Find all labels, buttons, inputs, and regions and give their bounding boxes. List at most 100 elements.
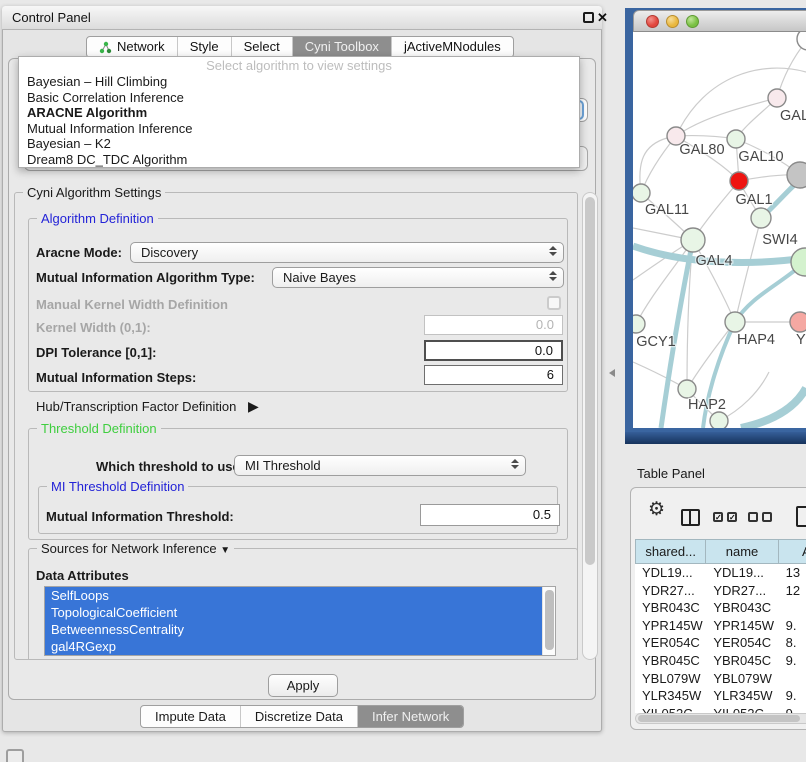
deselect-all-icon[interactable] bbox=[748, 512, 772, 522]
tab-infer-network[interactable]: Infer Network bbox=[357, 706, 463, 727]
bottom-tabs: Impute Data Discretize Data Infer Networ… bbox=[140, 705, 464, 728]
data-attribute-item[interactable]: TopologicalCoefficient bbox=[45, 604, 543, 621]
table-row[interactable]: YDL19...YDL19...13 bbox=[635, 564, 806, 582]
network-window-titlebar[interactable] bbox=[633, 10, 806, 32]
table-row[interactable]: YBR043CYBR043C bbox=[635, 599, 806, 617]
network-edge[interactable] bbox=[719, 372, 769, 421]
mi-threshold-field[interactable]: 0.5 bbox=[420, 504, 560, 526]
spinner-arrows-icon bbox=[549, 271, 558, 281]
tab-label: Style bbox=[190, 37, 219, 57]
tab-label: Cyni Toolbox bbox=[305, 37, 379, 57]
mi-algorithm-type-combo[interactable]: Naive Bayes bbox=[272, 267, 564, 288]
tab-impute-data[interactable]: Impute Data bbox=[141, 706, 240, 727]
sources-legend-text: Sources for Network Inference bbox=[41, 541, 217, 556]
algorithm-option[interactable]: Dream8 DC_TDC Algorithm bbox=[19, 152, 579, 168]
table-row[interactable]: YBL079WYBL079W bbox=[635, 670, 806, 688]
network-node-y[interactable] bbox=[790, 312, 806, 332]
data-attribute-item[interactable]: SelfLoops bbox=[45, 587, 543, 604]
network-node-gal11[interactable] bbox=[633, 184, 650, 202]
node-table: shared...nameA YDL19...YDL19...13YDR27..… bbox=[635, 539, 806, 564]
algorithm-option[interactable]: Basic Correlation Inference bbox=[19, 90, 579, 106]
panel-collapse-arrow[interactable] bbox=[609, 369, 615, 377]
tab-cyni-toolbox[interactable]: Cyni Toolbox bbox=[292, 37, 391, 57]
control-panel-titlebar: Control Panel bbox=[2, 6, 602, 30]
network-edge[interactable] bbox=[676, 98, 777, 136]
table-hscrollbar-thumb[interactable] bbox=[638, 715, 800, 722]
apply-button[interactable]: Apply bbox=[268, 674, 338, 697]
gear-icon[interactable]: ⚙ bbox=[648, 498, 665, 521]
tab-label: jActiveMNodules bbox=[404, 37, 501, 57]
table-row[interactable]: YIL052CYIL052C9 bbox=[635, 705, 806, 713]
kernel-width-field[interactable]: 0.0 bbox=[424, 315, 563, 335]
tab-network[interactable]: Network bbox=[87, 37, 177, 57]
which-threshold-value: MI Threshold bbox=[245, 458, 321, 473]
network-view-window: GALGAL80GAL10GAL1GAL11SWI4GAL4GCY1HAP4YH… bbox=[625, 8, 806, 444]
hub-definition-label: Hub/Transcription Factor Definition bbox=[36, 399, 236, 414]
close-icon[interactable]: ✕ bbox=[597, 10, 608, 26]
network-node-gcy1[interactable] bbox=[633, 315, 645, 333]
mi-steps-field[interactable]: 6 bbox=[424, 365, 563, 385]
algorithm-option[interactable]: Bayesian – K2 bbox=[19, 136, 579, 152]
table-row[interactable]: YER054CYER054C8. bbox=[635, 634, 806, 652]
tab-discretize-data[interactable]: Discretize Data bbox=[240, 706, 357, 727]
network-node-gal4[interactable] bbox=[681, 228, 705, 252]
minimized-panel-icon[interactable] bbox=[6, 749, 24, 762]
split-columns-icon[interactable] bbox=[681, 509, 700, 526]
settings-scrollbar-thumb[interactable] bbox=[585, 197, 595, 565]
network-node-gal1[interactable] bbox=[730, 172, 748, 190]
network-node-hap2[interactable] bbox=[678, 380, 696, 398]
network-node[interactable] bbox=[797, 32, 806, 50]
network-node-gal10[interactable] bbox=[727, 130, 745, 148]
minimize-traffic-light[interactable] bbox=[666, 15, 679, 28]
which-threshold-combo[interactable]: MI Threshold bbox=[234, 455, 526, 476]
aracne-mode-value: Discovery bbox=[141, 245, 198, 260]
network-edge[interactable] bbox=[676, 68, 806, 136]
collapsed-arrow-icon: ▶ bbox=[248, 398, 259, 414]
network-node-label: HAP2 bbox=[688, 397, 726, 413]
zoom-traffic-light[interactable] bbox=[686, 15, 699, 28]
tab-style[interactable]: Style bbox=[177, 37, 231, 57]
network-node[interactable] bbox=[710, 412, 728, 428]
network-node-label: GAL1 bbox=[735, 192, 772, 208]
algorithm-option[interactable]: ARACNE Algorithm bbox=[19, 105, 579, 121]
table-row[interactable]: YPR145WYPR145W9. bbox=[635, 617, 806, 635]
table-row[interactable]: YDR27...YDR27...12 bbox=[635, 582, 806, 600]
tab-jactivemnodules[interactable]: jActiveMNodules bbox=[391, 37, 513, 57]
network-node[interactable] bbox=[787, 162, 806, 188]
network-node-swi4[interactable] bbox=[751, 208, 771, 228]
table-cell: YIL052C bbox=[635, 705, 706, 713]
table-row[interactable]: YBR045CYBR045C9. bbox=[635, 652, 806, 670]
network-node-label: SWI4 bbox=[762, 232, 797, 248]
hub-definition-toggle[interactable]: Hub/Transcription Factor Definition ▶ bbox=[36, 398, 259, 415]
algorithm-option[interactable]: Mutual Information Inference bbox=[19, 121, 579, 137]
aracne-mode-combo[interactable]: Discovery bbox=[130, 242, 564, 263]
dpi-tolerance-label: DPI Tolerance [0,1]: bbox=[36, 345, 156, 360]
new-table-icon[interactable] bbox=[796, 506, 806, 527]
table-cell bbox=[779, 599, 806, 617]
attributes-scrollbar-thumb[interactable] bbox=[545, 590, 554, 650]
network-node-hap4[interactable] bbox=[725, 312, 745, 332]
network-edge[interactable] bbox=[687, 322, 735, 389]
table-column-header[interactable]: name bbox=[706, 539, 778, 564]
network-canvas[interactable]: GALGAL80GAL10GAL1GAL11SWI4GAL4GCY1HAP4YH… bbox=[633, 32, 806, 428]
dpi-tolerance-field[interactable]: 0.0 bbox=[424, 340, 563, 361]
table-column-header[interactable]: shared... bbox=[635, 539, 706, 564]
network-node-label: GAL11 bbox=[645, 202, 689, 218]
network-node-gal[interactable] bbox=[768, 89, 786, 107]
table-cell: YDR27... bbox=[706, 582, 778, 600]
close-traffic-light[interactable] bbox=[646, 15, 659, 28]
network-edge[interactable] bbox=[641, 136, 676, 193]
algorithm-option[interactable]: Bayesian – Hill Climbing bbox=[19, 74, 579, 90]
table-cell: YBR043C bbox=[706, 599, 778, 617]
table-row[interactable]: YLR345WYLR345W9. bbox=[635, 687, 806, 705]
float-window-icon[interactable] bbox=[583, 12, 594, 23]
attributes-scrollbar bbox=[542, 587, 555, 655]
manual-kernel-width-checkbox[interactable] bbox=[547, 296, 561, 310]
tab-select[interactable]: Select bbox=[231, 37, 292, 57]
expanded-arrow-icon[interactable]: ▼ bbox=[220, 545, 230, 556]
network-edge[interactable] bbox=[741, 388, 806, 428]
table-column-header[interactable]: A bbox=[779, 539, 806, 564]
data-attribute-item[interactable]: gal4RGexp bbox=[45, 638, 543, 655]
data-attribute-item[interactable]: BetweennessCentrality bbox=[45, 621, 543, 638]
select-all-icon[interactable]: ✓ ✓ bbox=[713, 512, 737, 522]
